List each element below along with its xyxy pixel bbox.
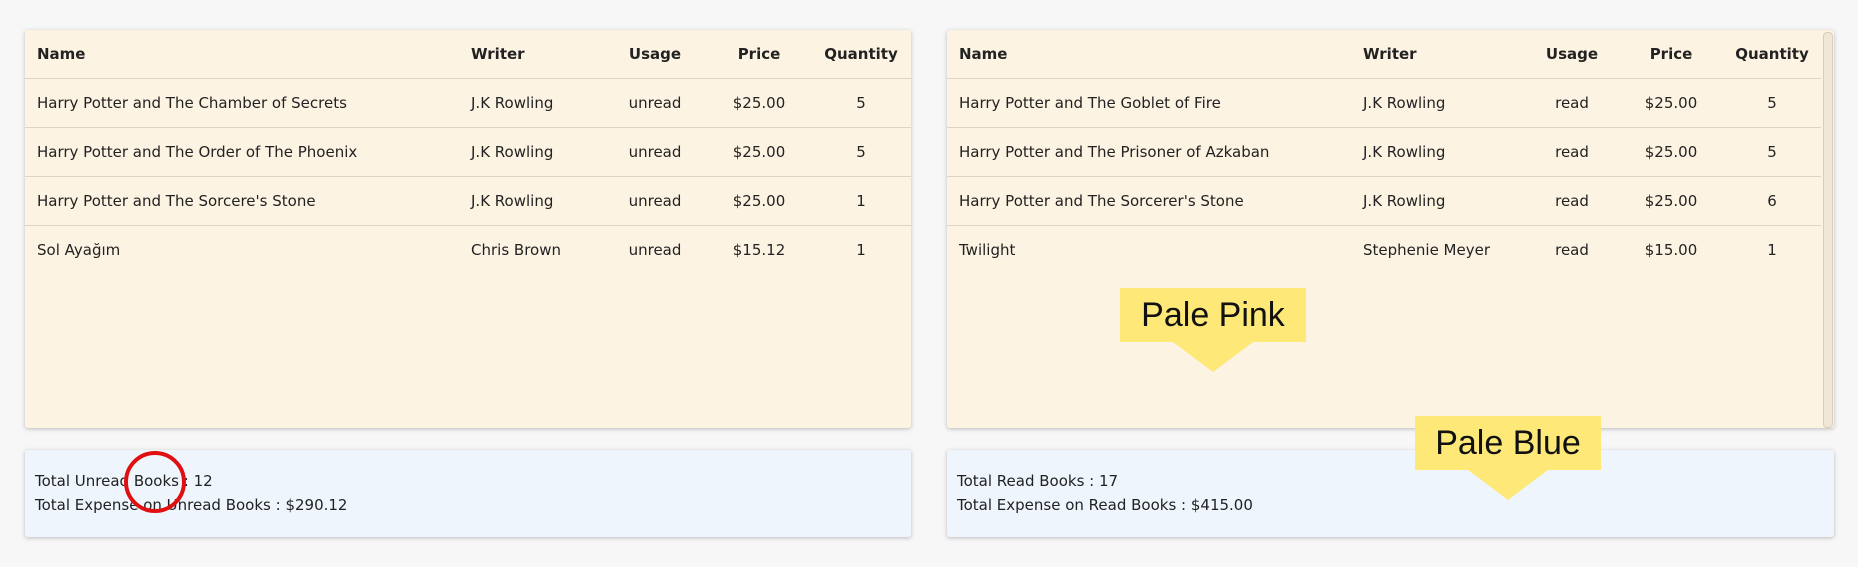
table-row[interactable]: Harry Potter and The Sorcere's Stone J.K…	[25, 176, 911, 226]
cell-usage: read	[1525, 176, 1619, 226]
cell-writer: J.K Rowling	[1351, 176, 1525, 226]
cell-name: Sol Ayağım	[37, 241, 121, 259]
cell-writer: Stephenie Meyer	[1363, 241, 1491, 259]
cell-quantity: 5	[811, 78, 911, 128]
total-expense-unread: Total Expense on Unread Books : $290.12	[35, 496, 348, 514]
column-header-usage: Usage	[603, 30, 707, 79]
cell-quantity: 1	[811, 176, 911, 226]
cell-price: $25.00	[707, 78, 811, 128]
total-read-books: Total Read Books : 17	[957, 472, 1119, 490]
callout-arrow-icon	[1468, 470, 1548, 500]
cell-writer: J.K Rowling	[459, 176, 603, 226]
cell-name: Harry Potter and The Sorcere's Stone	[25, 176, 459, 226]
unread-books-table-panel: Name Writer Usage Price Quantity Harry P…	[25, 30, 911, 428]
cell-quantity: 1	[856, 241, 866, 259]
cell-price: $25.00	[1619, 127, 1723, 177]
cell-usage: read	[1555, 241, 1589, 259]
table-row[interactable]: Harry Potter and The Chamber of Secrets …	[25, 78, 911, 128]
column-header-writer: Writer	[459, 30, 603, 79]
pale-pink-callout: Pale Pink	[1120, 288, 1306, 372]
total-expense-read: Total Expense on Read Books : $415.00	[957, 496, 1253, 514]
cell-quantity: 5	[1723, 127, 1821, 177]
pale-blue-callout: Pale Blue	[1415, 416, 1601, 500]
cell-name: Twilight	[959, 241, 1016, 259]
column-header-price: Price	[707, 30, 811, 79]
column-header-usage: Usage	[1525, 30, 1619, 79]
cell-usage: unread	[628, 241, 682, 259]
column-header-name: Name	[25, 30, 459, 79]
cell-price: $25.00	[707, 176, 811, 226]
cell-writer: J.K Rowling	[1351, 127, 1525, 177]
cell-quantity: 5	[811, 127, 911, 177]
table-header-row: Name Writer Usage Price Quantity	[25, 30, 911, 79]
callout-arrow-icon	[1173, 342, 1253, 372]
callout-label: Pale Blue	[1435, 423, 1581, 462]
table-row[interactable]: Harry Potter and The Prisoner of Azkaban…	[947, 127, 1821, 177]
cell-name: Harry Potter and The Sorcerer's Stone	[947, 176, 1351, 226]
cell-usage: read	[1525, 78, 1619, 128]
cell-writer: J.K Rowling	[1351, 78, 1525, 128]
cell-price: $25.00	[1619, 78, 1723, 128]
column-header-name: Name	[947, 30, 1351, 79]
cell-name: Harry Potter and The Order of The Phoeni…	[25, 127, 459, 177]
cell-usage: unread	[603, 176, 707, 226]
read-books-table-panel: Name Writer Usage Price Quantity Harry P…	[947, 30, 1834, 428]
table-header-row: Name Writer Usage Price Quantity	[947, 30, 1821, 79]
unread-books-table: Name Writer Usage Price Quantity Harry P…	[25, 30, 911, 274]
table-row[interactable]: Harry Potter and The Goblet of Fire J.K …	[947, 78, 1821, 128]
cell-quantity: 6	[1723, 176, 1821, 226]
cell-quantity: 5	[1723, 78, 1821, 128]
table-row[interactable]: Harry Potter and The Order of The Phoeni…	[25, 127, 911, 177]
table-row[interactable]: Harry Potter and The Sorcerer's Stone J.…	[947, 176, 1821, 226]
read-summary-box: Total Read Books : 17 Total Expense on R…	[947, 450, 1834, 537]
cell-name: Harry Potter and The Prisoner of Azkaban	[947, 127, 1351, 177]
cell-writer: Chris Brown	[471, 241, 561, 259]
cell-usage: unread	[603, 127, 707, 177]
table-row[interactable]: Sol Ayağım Chris Brown unread $15.12 1	[25, 226, 911, 275]
highlight-circle	[124, 451, 186, 513]
cell-name: Harry Potter and The Goblet of Fire	[947, 78, 1351, 128]
table-row[interactable]: Twilight Stephenie Meyer read $15.00 1	[947, 226, 1821, 275]
read-books-table: Name Writer Usage Price Quantity Harry P…	[947, 30, 1821, 274]
cell-writer: J.K Rowling	[459, 78, 603, 128]
cell-price: $15.00	[1644, 241, 1698, 259]
cell-usage: unread	[603, 78, 707, 128]
cell-usage: read	[1525, 127, 1619, 177]
cell-name: Harry Potter and The Chamber of Secrets	[25, 78, 459, 128]
cell-quantity: 1	[1767, 241, 1777, 259]
cell-price: $15.12	[732, 241, 786, 259]
cell-writer: J.K Rowling	[459, 127, 603, 177]
column-header-price: Price	[1619, 30, 1723, 79]
cell-price: $25.00	[707, 127, 811, 177]
column-header-quantity: Quantity	[1723, 30, 1821, 79]
column-header-writer: Writer	[1351, 30, 1525, 79]
callout-label: Pale Pink	[1141, 295, 1285, 334]
cell-price: $25.00	[1619, 176, 1723, 226]
column-header-quantity: Quantity	[811, 30, 911, 79]
vertical-scrollbar[interactable]	[1823, 32, 1833, 428]
